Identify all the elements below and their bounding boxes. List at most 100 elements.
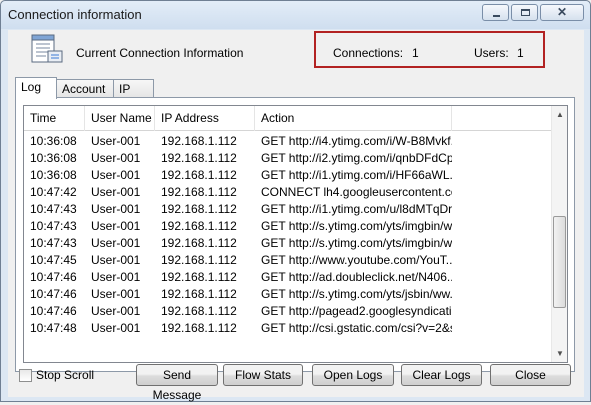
table-row[interactable]: 10:36:08 User-001 192.168.1.112 GET http://…: [24, 167, 552, 184]
cell-action: GET http://ad.doubleclick.net/N406...: [261, 270, 452, 284]
cell-user-name: User-001: [91, 202, 141, 216]
table-row[interactable]: 10:47:46 User-001 192.168.1.112 GET http://…: [24, 269, 552, 286]
title-bar[interactable]: Connection information ✕: [1, 1, 590, 29]
cell-user-name: User-001: [91, 321, 141, 335]
close-button[interactable]: Close: [490, 364, 571, 386]
scroll-down-icon[interactable]: ▼: [552, 345, 567, 362]
cell-user-name: User-001: [91, 219, 141, 233]
column-header-ip-address[interactable]: IP Address: [155, 106, 255, 131]
minimize-button[interactable]: [482, 4, 509, 21]
cell-time: 10:47:46: [30, 287, 77, 301]
cell-user-name: User-001: [91, 185, 141, 199]
cell-user-name: User-001: [91, 253, 141, 267]
cell-ip-address: 192.168.1.112: [161, 151, 237, 165]
table-row[interactable]: 10:47:43 User-001 192.168.1.112 GET http://…: [24, 201, 552, 218]
cell-user-name: User-001: [91, 304, 141, 318]
cell-ip-address: 192.168.1.112: [161, 304, 237, 318]
scroll-thumb[interactable]: [553, 216, 566, 308]
open-logs-button[interactable]: Open Logs: [312, 364, 394, 386]
cell-action: CONNECT lh4.googleusercontent.co...: [261, 185, 452, 199]
table-row[interactable]: 10:47:43 User-001 192.168.1.112 GET http://…: [24, 235, 552, 252]
cell-ip-address: 192.168.1.112: [161, 219, 237, 233]
users-label: Users:: [474, 46, 509, 60]
cell-action: GET http://csi.gstatic.com/csi?v=2&s...: [261, 321, 452, 335]
minimize-icon: [493, 15, 500, 17]
close-window-button[interactable]: ✕: [540, 4, 584, 21]
table-row[interactable]: 10:47:46 User-001 192.168.1.112 GET http://…: [24, 303, 552, 320]
cell-action: GET http://s.ytimg.com/yts/imgbin/w...: [261, 236, 452, 250]
header-label: Current Connection Information: [76, 46, 244, 60]
tab-log[interactable]: Log: [15, 77, 57, 99]
connection-info-icon: [31, 34, 63, 63]
cell-action: GET http://i1.ytimg.com/u/l8dMTqDr...: [261, 202, 452, 216]
table-row[interactable]: 10:47:45 User-001 192.168.1.112 GET http://…: [24, 252, 552, 269]
stop-scroll-checkbox[interactable]: [19, 368, 32, 382]
cell-user-name: User-001: [91, 236, 141, 250]
close-icon: ✕: [556, 5, 568, 19]
cell-action: GET http://www.youtube.com/YouT...: [261, 253, 452, 267]
cell-action: GET http://s.ytimg.com/yts/imgbin/w...: [261, 219, 452, 233]
maximize-icon: [521, 9, 530, 16]
cell-ip-address: 192.168.1.112: [161, 321, 237, 335]
scroll-up-icon[interactable]: ▲: [552, 106, 567, 123]
cell-ip-address: 192.168.1.112: [161, 168, 237, 182]
connections-label: Connections:: [333, 46, 404, 60]
table-row[interactable]: 10:36:08 User-001 192.168.1.112 GET http://…: [24, 150, 552, 167]
column-header-action[interactable]: Action: [255, 106, 452, 131]
cell-action: GET http://i4.ytimg.com/i/W-B8Mvkf...: [261, 134, 452, 148]
cell-time: 10:36:08: [30, 134, 77, 148]
cell-action: GET http://i2.ytimg.com/i/qnbDFdCp...: [261, 151, 452, 165]
cell-time: 10:47:43: [30, 202, 77, 216]
table-row[interactable]: 10:36:08 User-001 192.168.1.112 GET http://…: [24, 133, 552, 150]
column-header-time[interactable]: Time: [24, 106, 85, 131]
users-value: 1: [517, 46, 524, 60]
log-rows: 10:36:08 User-001 192.168.1.112 GET http://…: [24, 133, 552, 337]
flow-stats-button[interactable]: Flow Stats: [223, 364, 303, 386]
table-row[interactable]: 10:47:48 User-001 192.168.1.112 GET http://…: [24, 320, 552, 337]
connections-value: 1: [412, 46, 419, 60]
cell-ip-address: 192.168.1.112: [161, 185, 237, 199]
cell-user-name: User-001: [91, 270, 141, 284]
cell-time: 10:36:08: [30, 151, 77, 165]
cell-ip-address: 192.168.1.112: [161, 270, 237, 284]
log-tab-panel: Time User Name IP Address Action 10:36:0…: [15, 97, 575, 372]
cell-ip-address: 192.168.1.112: [161, 253, 237, 267]
cell-time: 10:47:43: [30, 236, 77, 250]
log-list-header: Time User Name IP Address Action: [24, 106, 552, 131]
column-header-user-name[interactable]: User Name: [85, 106, 155, 131]
cell-time: 10:36:08: [30, 168, 77, 182]
cell-time: 10:47:48: [30, 321, 77, 335]
cell-user-name: User-001: [91, 151, 141, 165]
connection-info-window: Connection information ✕ Current Connect…: [0, 0, 591, 402]
window-title: Connection information: [8, 7, 142, 22]
stop-scroll-label: Stop Scroll: [36, 368, 95, 382]
cell-time: 10:47:45: [30, 253, 77, 267]
table-row[interactable]: 10:47:43 User-001 192.168.1.112 GET http://…: [24, 218, 552, 235]
stop-scroll-option[interactable]: Stop Scroll: [19, 368, 94, 382]
vertical-scrollbar[interactable]: ▲ ▼: [551, 106, 567, 362]
table-row[interactable]: 10:47:42 User-001 192.168.1.112 CONNECT lh4…: [24, 184, 552, 201]
cell-user-name: User-001: [91, 287, 141, 301]
cell-action: GET http://pagead2.googlesyndicati...: [261, 304, 452, 318]
tab-ip[interactable]: IP: [113, 79, 154, 98]
clear-logs-button[interactable]: Clear Logs: [401, 364, 482, 386]
cell-action: GET http://i1.ytimg.com/i/HF66aWL...: [261, 168, 452, 182]
cell-ip-address: 192.168.1.112: [161, 287, 237, 301]
cell-ip-address: 192.168.1.112: [161, 236, 237, 250]
client-area: Current Connection Information Connectio…: [8, 30, 584, 402]
cell-time: 10:47:43: [30, 219, 77, 233]
maximize-button[interactable]: [511, 4, 538, 21]
window-controls: ✕: [482, 4, 584, 21]
cell-time: 10:47:46: [30, 270, 77, 284]
cell-time: 10:47:46: [30, 304, 77, 318]
cell-ip-address: 192.168.1.112: [161, 134, 237, 148]
cell-user-name: User-001: [91, 168, 141, 182]
tab-account[interactable]: Account: [56, 79, 114, 98]
table-row[interactable]: 10:47:46 User-001 192.168.1.112 GET http://…: [24, 286, 552, 303]
cell-time: 10:47:42: [30, 185, 77, 199]
cell-ip-address: 192.168.1.112: [161, 202, 237, 216]
cell-user-name: User-001: [91, 134, 141, 148]
log-list[interactable]: Time User Name IP Address Action 10:36:0…: [23, 105, 568, 363]
cell-action: GET http://s.ytimg.com/yts/jsbin/ww...: [261, 287, 452, 301]
send-message-button[interactable]: Send Message: [136, 364, 218, 402]
